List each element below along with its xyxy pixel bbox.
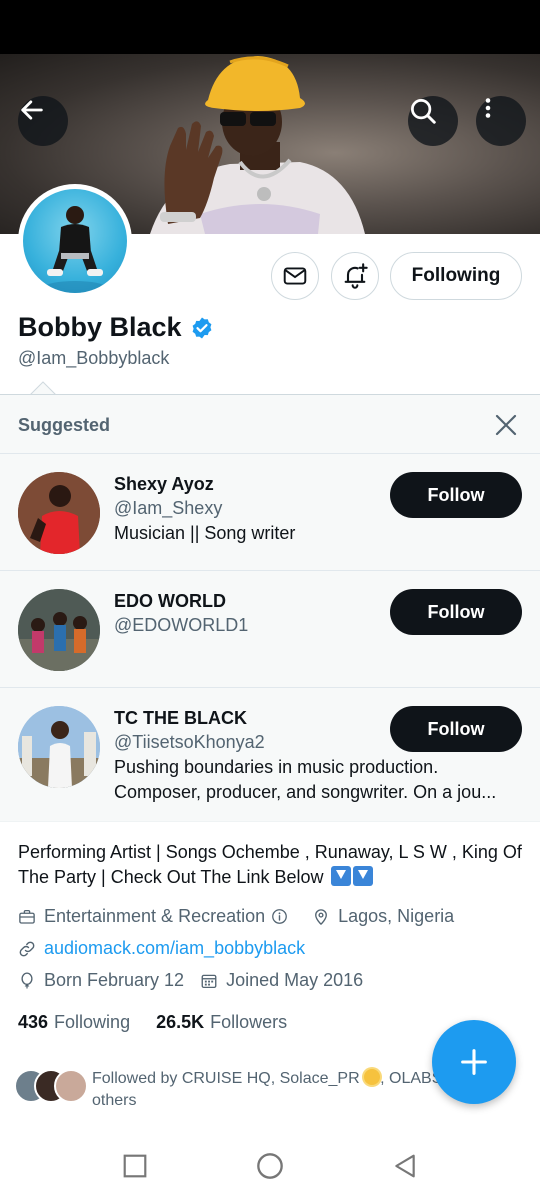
- home-button[interactable]: [252, 1148, 288, 1184]
- verified-badge-icon: [190, 316, 214, 340]
- message-button[interactable]: [271, 252, 319, 300]
- joined-text: Joined May 2016: [226, 970, 364, 990]
- suggested-bio-line: Pushing boundaries in music production.: [114, 757, 439, 777]
- website-item[interactable]: audiomack.com/iam_bobbyblack: [18, 938, 305, 959]
- suggested-user-row[interactable]: Shexy Ayoz @Iam_Shexy Musician || Song w…: [0, 453, 540, 570]
- briefcase-icon: [18, 908, 44, 926]
- location-item: Lagos, Nigeria: [312, 906, 454, 927]
- followers-count: 26.5K: [156, 1012, 205, 1032]
- suggested-bio: Pushing boundaries in music production. …: [114, 755, 524, 805]
- circle-icon: [256, 1152, 284, 1180]
- follow-button[interactable]: Follow: [390, 472, 522, 518]
- profile-avatar[interactable]: [18, 184, 132, 298]
- suggested-name: TC THE BLACK: [114, 708, 247, 728]
- triangle-back-icon: [392, 1153, 418, 1179]
- system-nav-bar: [0, 1130, 540, 1200]
- website-link[interactable]: audiomack.com/iam_bobbyblack: [44, 938, 305, 959]
- followed-by-avatars: [14, 1069, 88, 1105]
- profile-link-row: audiomack.com/iam_bobbyblack: [18, 938, 321, 959]
- bio-text: Performing Artist | Songs Ochembe , Runa…: [18, 842, 522, 887]
- suggested-avatar[interactable]: [18, 589, 100, 671]
- calendar-icon: [200, 972, 226, 990]
- suggested-title: Suggested: [18, 415, 111, 435]
- suggested-user-row[interactable]: TC THE BLACK @TiisetsoKhonya2 Pushing bo…: [0, 687, 540, 804]
- bell-plus-icon: [341, 262, 369, 290]
- following-button[interactable]: Following: [390, 252, 522, 300]
- suggested-user-row[interactable]: EDO WORLD @EDOWORLD1 Follow: [0, 570, 540, 687]
- info-icon[interactable]: [271, 908, 296, 925]
- born-text: Born February 12: [44, 970, 185, 990]
- follow-stats: 436 Following 26.5K Followers: [18, 1012, 313, 1033]
- recents-button[interactable]: [117, 1148, 153, 1184]
- dismiss-suggested-button[interactable]: [492, 411, 520, 439]
- suggested-avatar[interactable]: [18, 706, 100, 788]
- category-text: Entertainment & Recreation: [44, 906, 266, 926]
- location-pin-icon: [312, 908, 338, 926]
- follow-button[interactable]: Follow: [390, 706, 522, 752]
- sun-emoji-icon: [364, 1069, 381, 1085]
- joined-item: Joined May 2016: [200, 970, 363, 991]
- profile-dates-row: Born February 12 Joined May 2016: [18, 970, 379, 991]
- compose-button[interactable]: [432, 1020, 516, 1104]
- status-bar: [0, 0, 540, 54]
- followed-by-line2: others: [92, 1092, 137, 1109]
- suggested-panel: Suggested Shexy Ayoz @Iam_Shexy Musician…: [0, 394, 540, 822]
- born-item: Born February 12: [18, 970, 184, 991]
- profile-meta-row: Entertainment & Recreation Lagos, Nigeri…: [18, 906, 470, 927]
- avatar: [54, 1069, 88, 1103]
- followers-stat[interactable]: 26.5K Followers: [156, 1012, 287, 1033]
- search-button[interactable]: [408, 96, 458, 146]
- following-label: Following: [54, 1012, 131, 1032]
- suggested-handle: @EDOWORLD1: [114, 615, 249, 635]
- suggested-bio: Musician || Song writer: [114, 521, 524, 546]
- close-icon: [494, 413, 518, 437]
- more-options-button[interactable]: [476, 96, 526, 146]
- suggested-name: EDO WORLD: [114, 591, 226, 611]
- followers-label: Followers: [210, 1012, 288, 1032]
- suggested-bio-line: Composer, producer, and songwriter. On a…: [114, 782, 497, 802]
- suggested-handle: @Iam_Shexy: [114, 498, 223, 518]
- profile-bio: Performing Artist | Songs Ochembe , Runa…: [18, 840, 528, 890]
- following-count: 436: [18, 1012, 49, 1032]
- profile-name: Bobby Black: [18, 312, 182, 342]
- envelope-icon: [282, 263, 308, 289]
- suggested-name: Shexy Ayoz: [114, 474, 214, 494]
- followed-by-names: Followed by CRUISE HQ, Solace_PR: [92, 1070, 360, 1087]
- square-icon: [122, 1153, 148, 1179]
- suggested-caret: [30, 381, 56, 395]
- down-arrow-emoji-icon: [330, 866, 351, 886]
- down-arrow-emoji-icon: [352, 866, 373, 886]
- suggested-avatar[interactable]: [18, 472, 100, 554]
- profile-name-row: Bobby Black: [18, 312, 214, 343]
- location-text: Lagos, Nigeria: [338, 906, 455, 926]
- suggested-handle: @TiisetsoKhonya2: [114, 732, 265, 752]
- link-icon: [18, 940, 44, 958]
- balloon-icon: [18, 971, 44, 990]
- suggested-bio-line: Musician || Song writer: [114, 523, 296, 543]
- notifications-button[interactable]: [331, 252, 379, 300]
- back-button[interactable]: [18, 96, 68, 146]
- profile-handle: @Iam_Bobbyblack: [18, 348, 170, 368]
- back-nav-button[interactable]: [387, 1148, 423, 1184]
- follow-button[interactable]: Follow: [390, 589, 522, 635]
- plus-icon: [457, 1045, 491, 1079]
- following-stat[interactable]: 436 Following: [18, 1012, 130, 1033]
- category-item: Entertainment & Recreation: [18, 906, 296, 927]
